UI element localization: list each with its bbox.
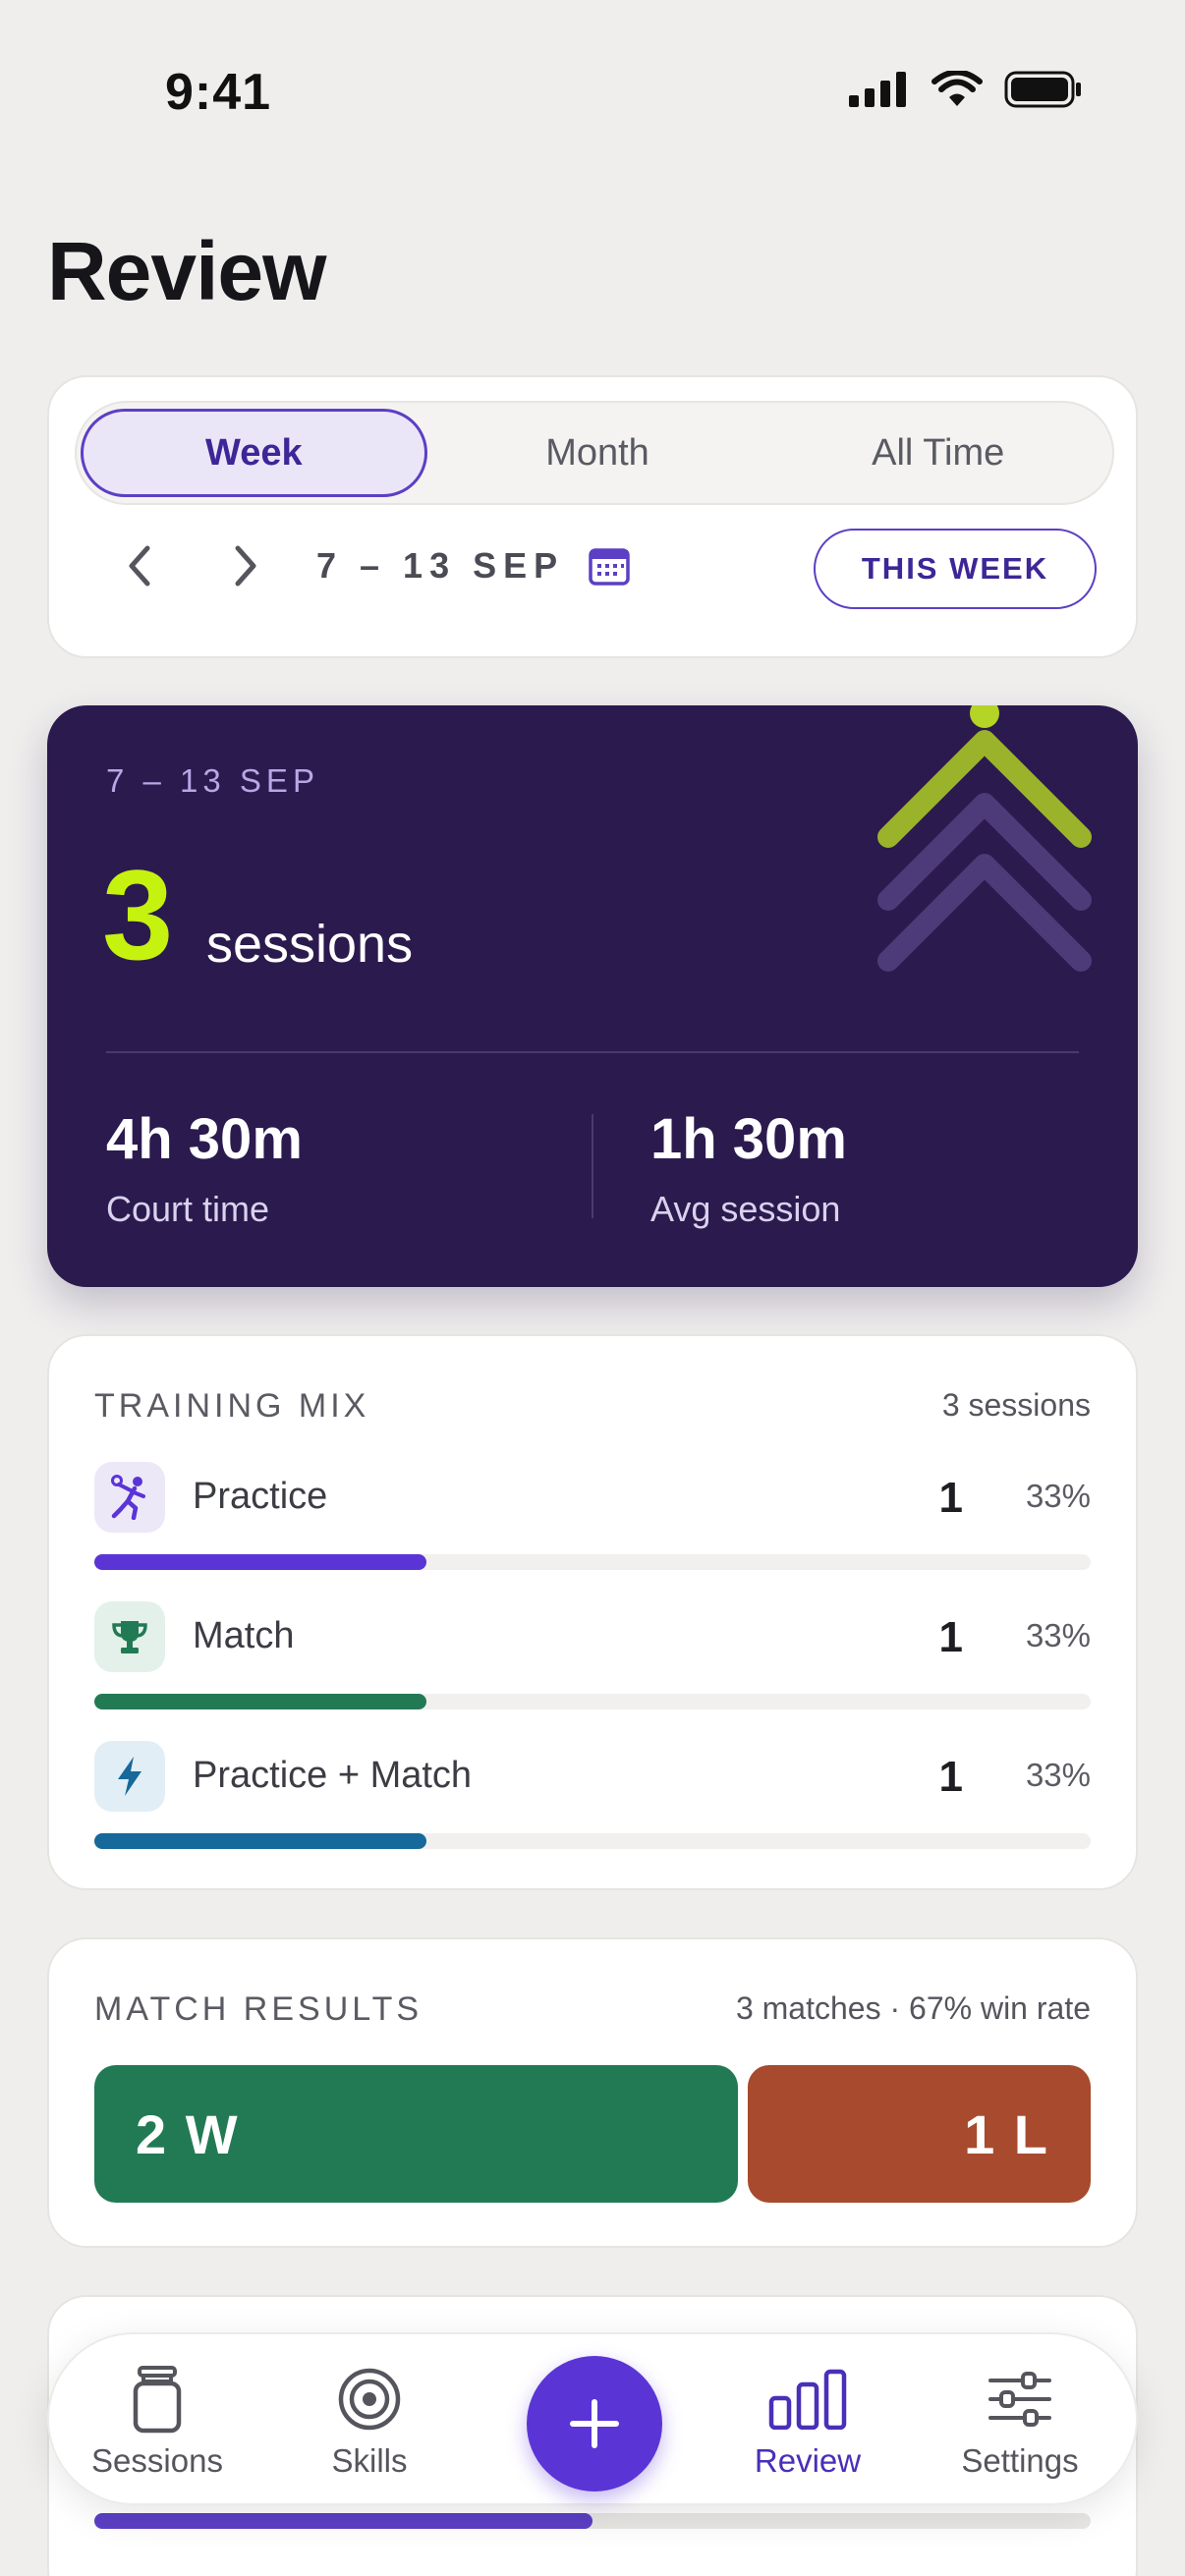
- chevron-left-icon: [129, 545, 150, 587]
- mix-progress-fill: [94, 1833, 426, 1849]
- stat-separator: [592, 1114, 593, 1218]
- mix-count: 1: [938, 1474, 963, 1522]
- mix-percent: 33%: [1025, 1757, 1091, 1793]
- tab-settings[interactable]: Settings: [931, 2362, 1108, 2488]
- session-count-unit: sessions: [206, 915, 414, 974]
- summary-card: 7 – 13 SEP 3 sessions 4h 30m Court time …: [47, 705, 1138, 1287]
- summary-range: 7 – 13 SEP: [106, 762, 319, 799]
- tab-sessions[interactable]: Sessions: [69, 2362, 246, 2488]
- next-section-progress-track: [94, 2513, 1091, 2529]
- next-period-button[interactable]: [214, 534, 277, 597]
- mix-progress-fill: [94, 1554, 426, 1570]
- battery-icon: [1004, 71, 1081, 108]
- tab-all-time[interactable]: All Time: [767, 409, 1108, 497]
- tab-label: Skills: [331, 2442, 408, 2479]
- calendar-icon[interactable]: [588, 545, 631, 587]
- wins-segment[interactable]: 2 W: [94, 2065, 739, 2203]
- mix-row-practice[interactable]: Practice 1 33%: [94, 1462, 1091, 1580]
- status-icons: [849, 71, 1083, 108]
- mix-label: Practice + Match: [193, 1755, 473, 1796]
- mix-count: 1: [938, 1613, 963, 1661]
- next-section-progress-fill: [94, 2513, 592, 2529]
- mix-percent: 33%: [1025, 1478, 1091, 1514]
- training-mix-card: TRAINING MIX 3 sessions Practice 1 33% M…: [47, 1334, 1138, 1890]
- losses-segment[interactable]: 1 L: [748, 2065, 1091, 2203]
- period-segmented-control: Week Month All Time: [75, 401, 1114, 505]
- page-title: Review: [47, 225, 326, 317]
- court-time-label: Court time: [106, 1189, 270, 1229]
- wifi-icon: [931, 71, 983, 106]
- avg-session-label: Avg session: [650, 1189, 841, 1229]
- tab-label: Review: [754, 2442, 862, 2479]
- date-range-label: 7 – 13 SEP: [316, 545, 565, 586]
- summary-divider: [106, 1051, 1079, 1053]
- tab-label: Sessions: [91, 2442, 223, 2479]
- mix-percent: 33%: [1025, 1617, 1091, 1653]
- target-icon: [337, 2362, 402, 2436]
- tab-skills[interactable]: Skills: [281, 2362, 458, 2488]
- mix-label: Match: [193, 1615, 295, 1656]
- mix-label: Practice: [193, 1476, 328, 1517]
- mix-row-practice-match[interactable]: Practice + Match 1 33%: [94, 1741, 1091, 1859]
- avg-session-value: 1h 30m: [650, 1107, 847, 1171]
- match-results-title: MATCH RESULTS: [94, 1990, 423, 2028]
- win-loss-bar: 2 W 1 L: [94, 2065, 1091, 2203]
- chevron-right-icon: [235, 545, 256, 587]
- lightning-icon: [94, 1741, 165, 1812]
- date-navigator: 7 – 13 SEP: [108, 527, 631, 605]
- training-mix-title: TRAINING MIX: [94, 1387, 370, 1425]
- signal-icon: [849, 72, 906, 107]
- mix-progress-track: [94, 1694, 1091, 1709]
- bottom-tab-bar: Sessions Skills Review Settings: [47, 2332, 1138, 2505]
- tab-review[interactable]: Review: [719, 2362, 896, 2488]
- mix-progress-track: [94, 1554, 1091, 1570]
- period-card: Week Month All Time 7 – 13 SEP THIS WEEK: [47, 375, 1138, 658]
- chevron-up-decoration-icon: [877, 705, 1092, 972]
- trophy-icon: [94, 1601, 165, 1672]
- mix-progress-track: [94, 1833, 1091, 1849]
- mix-count: 1: [938, 1753, 963, 1801]
- tab-month[interactable]: Month: [427, 409, 768, 497]
- court-time-value: 4h 30m: [106, 1107, 303, 1171]
- mix-row-match[interactable]: Match 1 33%: [94, 1601, 1091, 1719]
- bar-chart-icon: [768, 2362, 847, 2436]
- training-mix-meta: 3 sessions: [941, 1387, 1091, 1423]
- mix-progress-fill: [94, 1694, 426, 1709]
- jar-icon: [130, 2362, 185, 2436]
- tab-week[interactable]: Week: [81, 409, 427, 497]
- match-results-meta: 3 matches · 67% win rate: [735, 1990, 1091, 2026]
- plus-icon: [570, 2399, 619, 2448]
- add-session-button[interactable]: [527, 2356, 662, 2492]
- volleyball-player-icon: [94, 1462, 165, 1533]
- session-count: 3: [102, 843, 174, 986]
- sliders-icon: [988, 2362, 1052, 2436]
- tab-label: Settings: [961, 2442, 1079, 2479]
- previous-period-button[interactable]: [108, 534, 171, 597]
- status-time: 9:41: [165, 64, 272, 121]
- this-week-button[interactable]: THIS WEEK: [814, 529, 1097, 609]
- match-results-card: MATCH RESULTS 3 matches · 67% win rate 2…: [47, 1937, 1138, 2248]
